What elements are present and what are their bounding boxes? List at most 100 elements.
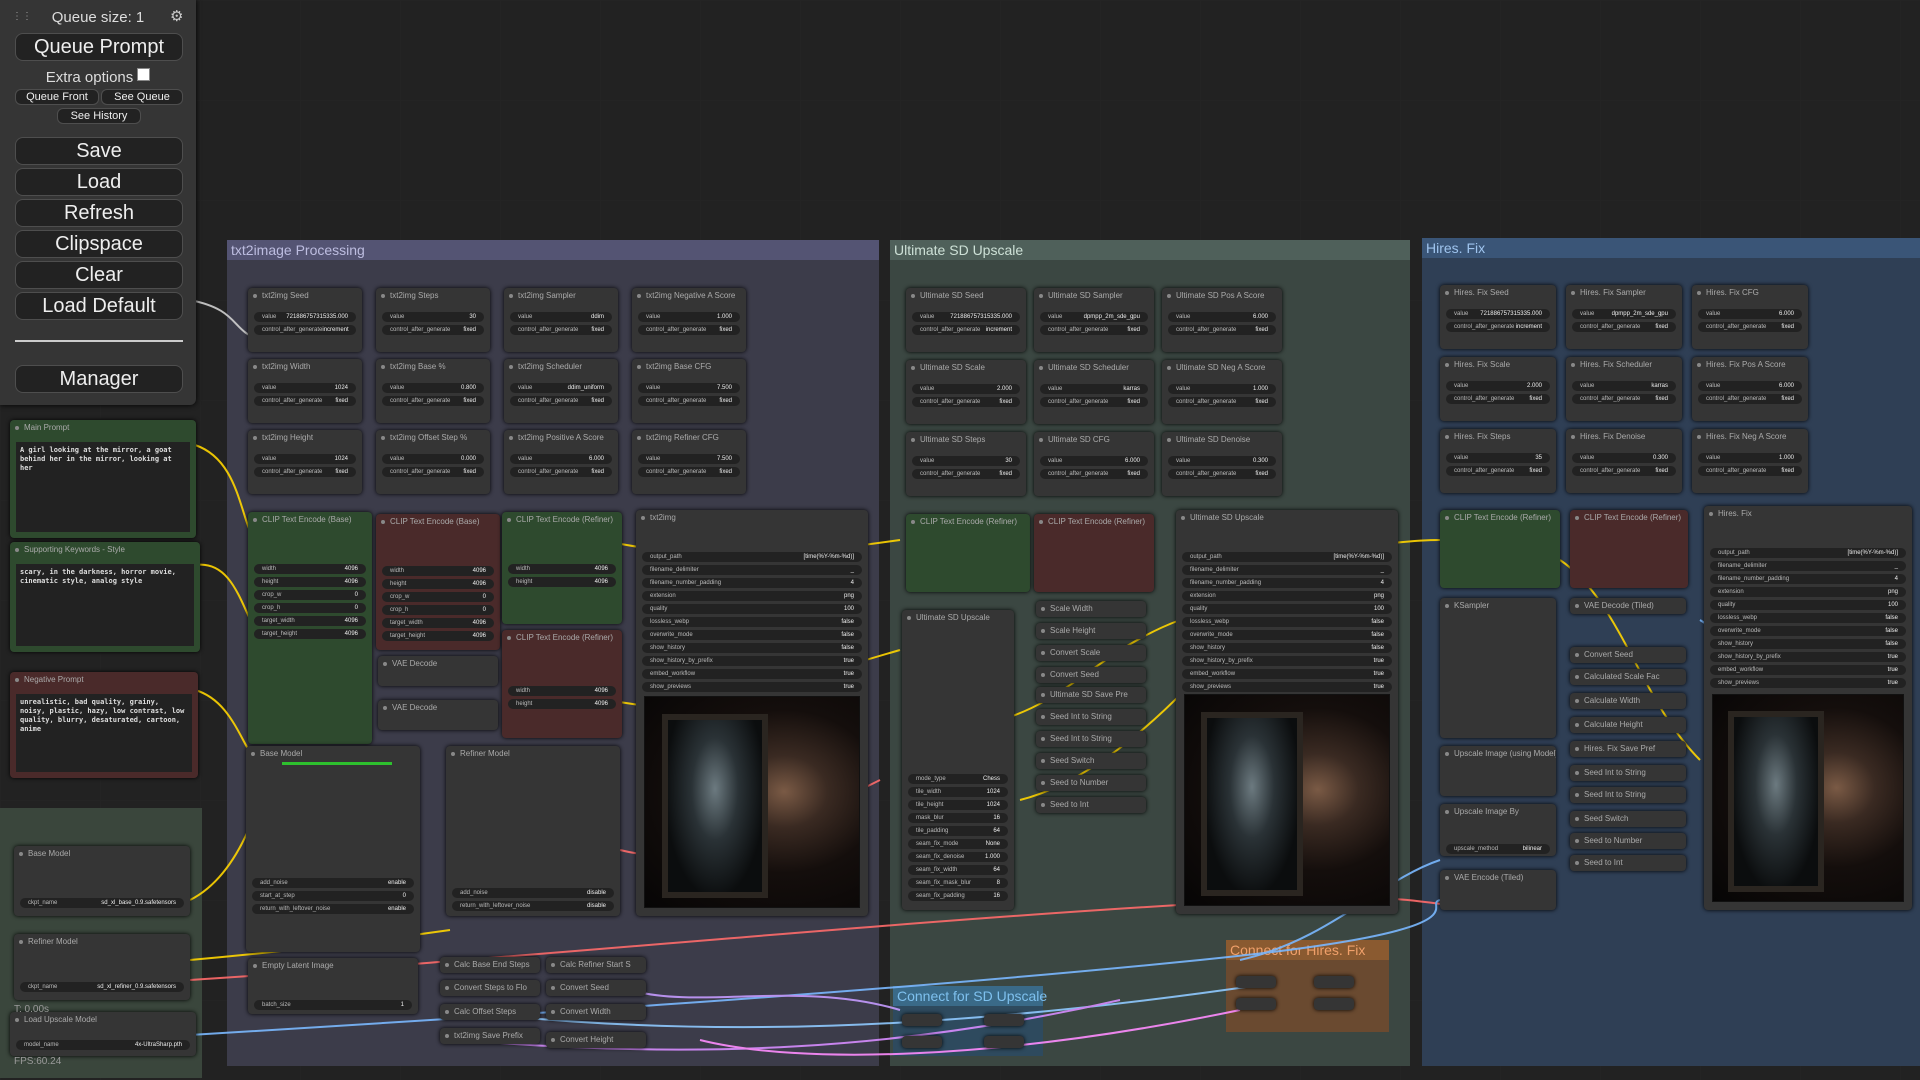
gear-icon[interactable]: ⚙: [170, 9, 184, 25]
reroute[interactable]: [984, 1014, 1024, 1026]
clip-encode-refiner-positive[interactable]: CLIP Text Encode (Refiner) width 4096 heig…: [502, 512, 622, 624]
widget-seam-fix-mode[interactable]: seam_fix_mode None: [908, 839, 1008, 849]
widget-control-after-generate[interactable]: control_after_generate fixed: [1446, 466, 1550, 476]
widget-show-previews[interactable]: show_previews true: [642, 682, 862, 692]
load-default-button[interactable]: Load Default: [15, 292, 183, 320]
primitive-node[interactable]: Hires. Fix Seed value 721886757315335.000 c…: [1440, 285, 1556, 349]
usd-clip-refiner-neg[interactable]: CLIP Text Encode (Refiner): [1034, 514, 1154, 592]
hires-ksampler-node[interactable]: KSampler: [1440, 598, 1556, 738]
clip-encode-base-negative[interactable]: CLIP Text Encode (Base) width 4096 height 4…: [376, 514, 500, 650]
helper-node[interactable]: Convert Seed: [1570, 647, 1686, 663]
helper-node[interactable]: Seed to Int: [1036, 797, 1146, 813]
helper-node[interactable]: txt2img Save Prefix: [440, 1028, 540, 1044]
base-model-loader[interactable]: Base Model ckpt_name sd_xl_base_0.9.safet…: [14, 846, 190, 916]
widget-overwrite-mode[interactable]: overwrite_mode false: [642, 630, 862, 640]
primitive-node[interactable]: txt2img Height value 1024 control_after_gen…: [248, 430, 362, 494]
helper-node[interactable]: Convert Seed: [1036, 667, 1146, 683]
widget-filename-delimiter[interactable]: filename_delimiter _: [1710, 561, 1906, 571]
primitive-node[interactable]: Ultimate SD Seed value 721886757315335.000…: [906, 288, 1026, 352]
widget-value[interactable]: value dpmpp_2m_sde_gpu: [1040, 312, 1148, 322]
refresh-button[interactable]: Refresh: [15, 199, 183, 227]
widget-target-height[interactable]: target_height 4096: [254, 629, 366, 639]
widget-value[interactable]: value 1.000: [638, 312, 740, 322]
upscale-method-widget[interactable]: upscale_method bilinear: [1446, 844, 1550, 854]
widget-filename-number-padding[interactable]: filename_number_padding 4: [1710, 574, 1906, 584]
node-canvas[interactable]: txt2image Processing Ultimate SD Upscale…: [0, 0, 1920, 1080]
widget-extension[interactable]: extension png: [642, 591, 862, 601]
hires-vae-encode-tiled[interactable]: VAE Encode (Tiled): [1440, 870, 1556, 910]
primitive-node[interactable]: txt2img Seed value 721886757315335.000 cont…: [248, 288, 362, 352]
primitive-node[interactable]: Ultimate SD Pos A Score value 6.000 control…: [1162, 288, 1282, 352]
widget-value[interactable]: value karras: [1040, 384, 1148, 394]
txt2img-preview-image[interactable]: [644, 696, 860, 908]
primitive-node[interactable]: txt2img Negative A Score value 1.000 contro…: [632, 288, 746, 352]
widget-value[interactable]: value 35: [1446, 453, 1550, 463]
widget-extension[interactable]: extension png: [1710, 587, 1906, 597]
helper-node[interactable]: Convert Height: [546, 1032, 646, 1048]
txt2img-save-node[interactable]: txt2img output_path [time(%Y-%m-%d)] filen…: [636, 510, 868, 916]
widget-control-after-generate[interactable]: control_after_generate fixed: [1168, 325, 1276, 335]
widget-filename-number-padding[interactable]: filename_number_padding 4: [642, 578, 862, 588]
widget-width[interactable]: width 4096: [508, 686, 616, 696]
widget-show-history[interactable]: show_history false: [1182, 643, 1392, 653]
widget-filename-delimiter[interactable]: filename_delimiter _: [1182, 565, 1392, 575]
widget-height[interactable]: height 4096: [508, 577, 616, 587]
widget-return-with-leftover-noise[interactable]: return_with_leftover_noise disable: [452, 901, 614, 911]
main-prompt-node[interactable]: Main Prompt A girl looking at the mirror…: [10, 420, 196, 538]
primitive-node[interactable]: Hires. Fix Neg A Score value 1.000 control_…: [1692, 429, 1808, 493]
usd-save-node[interactable]: Ultimate SD Upscale output_path [time(%Y-…: [1176, 510, 1398, 914]
refiner-ksampler-node[interactable]: Refiner Model add_noise disable return_wit…: [446, 746, 620, 916]
helper-node[interactable]: Seed Switch: [1036, 753, 1146, 769]
widget-tile-height[interactable]: tile_height 1024: [908, 800, 1008, 810]
widget-control-after-generate[interactable]: control_after_generate fixed: [1572, 394, 1676, 404]
main-prompt-text[interactable]: A girl looking at the mirror, a goat beh…: [16, 442, 190, 532]
widget-return-with-leftover-noise[interactable]: return_with_leftover_noise enable: [252, 904, 414, 914]
widget-value[interactable]: value 2.000: [1446, 381, 1550, 391]
widget-show-history[interactable]: show_history false: [1710, 639, 1906, 649]
vae-decode-2[interactable]: VAE Decode: [378, 700, 498, 730]
widget-control-after-generate[interactable]: control_after_generate fixed: [1168, 469, 1276, 479]
helper-node[interactable]: Hires. Fix Save Pref: [1570, 741, 1686, 757]
queue-front-button[interactable]: Queue Front: [15, 89, 99, 105]
widget-output-path[interactable]: output_path [time(%Y-%m-%d)]: [1710, 548, 1906, 558]
primitive-node[interactable]: Hires. Fix Scheduler value karras control_a…: [1566, 357, 1682, 421]
widget-width[interactable]: width 4096: [254, 564, 366, 574]
widget-show-previews[interactable]: show_previews true: [1182, 682, 1392, 692]
widget-overwrite-mode[interactable]: overwrite_mode false: [1182, 630, 1392, 640]
widget-crop-h[interactable]: crop_h 0: [254, 603, 366, 613]
widget-crop-w[interactable]: crop_w 0: [254, 590, 366, 600]
primitive-node[interactable]: txt2img Scheduler value ddim_uniform contro…: [504, 359, 618, 423]
widget-control-after-generate[interactable]: control_after_generate fixed: [1572, 466, 1676, 476]
reroute[interactable]: [1236, 976, 1276, 988]
refiner-ckpt-widget[interactable]: ckpt_name sd_xl_refiner_0.9.safetensors: [20, 982, 184, 992]
helper-node[interactable]: Calculated Scale Fac: [1570, 669, 1686, 685]
widget-control-after-generate[interactable]: control_after_generate fixed: [912, 397, 1020, 407]
widget-output-path[interactable]: output_path [time(%Y-%m-%d)]: [642, 552, 862, 562]
widget-control-after-generate[interactable]: control_after_generate fixed: [638, 325, 740, 335]
clipspace-button[interactable]: Clipspace: [15, 230, 183, 258]
hires-save-node[interactable]: Hires. Fix output_path [time(%Y-%m-%d)] fi…: [1704, 506, 1912, 910]
helper-node[interactable]: Calc Base End Steps: [440, 957, 540, 973]
widget-control-after-generate[interactable]: control_after_generate fixed: [1698, 394, 1802, 404]
clear-button[interactable]: Clear: [15, 261, 183, 289]
widget-embed-workflow[interactable]: embed_workflow true: [1182, 669, 1392, 679]
widget-tile-padding[interactable]: tile_padding 64: [908, 826, 1008, 836]
see-history-button[interactable]: See History: [57, 108, 141, 124]
widget-value[interactable]: value 1.000: [1698, 453, 1802, 463]
load-button[interactable]: Load: [15, 168, 183, 196]
helper-node[interactable]: Convert Scale: [1036, 645, 1146, 661]
widget-value[interactable]: value 0.300: [1572, 453, 1676, 463]
clip-encode-refiner-negative[interactable]: CLIP Text Encode (Refiner) width 4096 heig…: [502, 630, 622, 738]
widget-value[interactable]: value 6.000: [510, 454, 612, 464]
negative-prompt-text[interactable]: unrealistic, bad quality, grainy, noisy,…: [16, 694, 192, 772]
widget-seam-fix-denoise[interactable]: seam_fix_denoise 1.000: [908, 852, 1008, 862]
helper-node[interactable]: Convert Seed: [546, 980, 646, 996]
widget-control-after-generate[interactable]: control_after_generate fixed: [382, 396, 484, 406]
widget-control-after-generate[interactable]: control_after_generate fixed: [912, 469, 1020, 479]
empty-latent-node[interactable]: Empty Latent Image batch_size 1: [248, 958, 418, 1014]
primitive-node[interactable]: Hires. Fix Denoise value 0.300 control_afte…: [1566, 429, 1682, 493]
helper-node[interactable]: Seed Int to String: [1036, 731, 1146, 747]
reroute[interactable]: [902, 1036, 942, 1048]
primitive-node[interactable]: txt2img Refiner CFG value 7.500 control_aft…: [632, 430, 746, 494]
vae-decode-1[interactable]: VAE Decode: [378, 656, 498, 686]
